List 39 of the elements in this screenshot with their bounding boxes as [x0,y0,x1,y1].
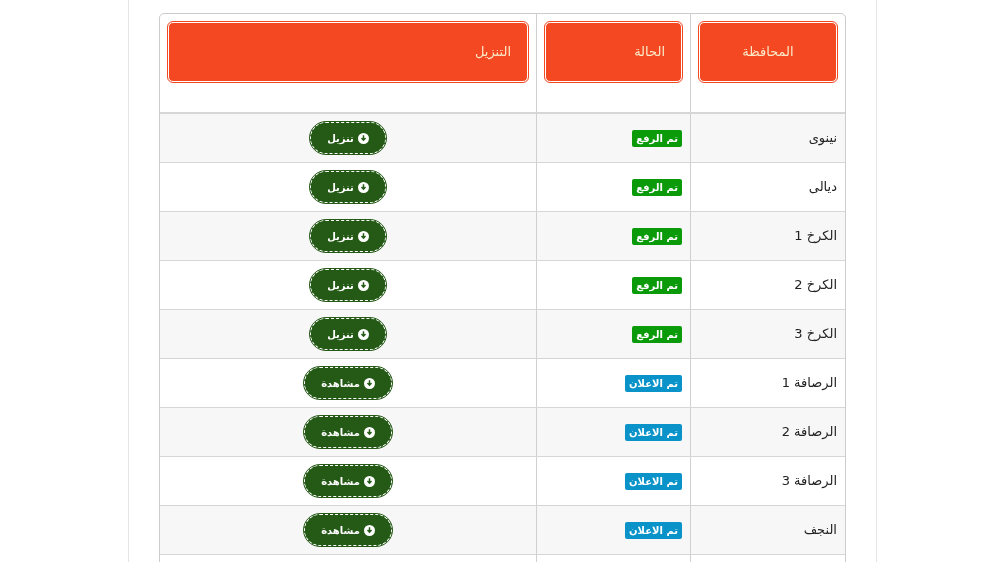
download-button[interactable]: تنزيل [310,318,386,350]
status-badge: تم الاعلان [625,472,682,490]
status-badge: تم الاعلان [625,521,682,539]
status-badge: تم الرفع [632,325,682,343]
status-badge: تم الاعلان [625,374,682,392]
download-arrow-icon [363,524,375,536]
download-arrow-icon [357,230,369,242]
download-button[interactable]: مشاهدة [304,465,392,497]
table-cell-text: الرصافة 2 [781,423,837,442]
status-badge: تم الرفع [632,276,682,294]
download-button[interactable]: تنزيل [310,269,386,301]
download-arrow-icon [357,279,369,291]
table-cell-text: الكرخ 2 [794,276,837,295]
status-badge: تم الرفع [632,129,682,147]
download-button[interactable]: تنزيل [310,171,386,203]
status-badge: تم الرفع [632,227,682,245]
download-button[interactable]: مشاهدة [304,416,392,448]
download-arrow-icon [363,475,375,487]
download-button[interactable]: تنزيل [310,220,386,252]
table-cell-text: الكرخ 1 [794,227,837,246]
column-header: المحافظة [699,22,837,82]
download-arrow-icon [357,328,369,340]
status-badge: تم الرفع [632,178,682,196]
download-arrow-icon [357,132,369,144]
table-cell-text: الكرخ 3 [794,325,837,344]
download-arrow-icon [357,181,369,193]
table-cell-text: الرصافة 3 [781,472,837,491]
table-cell-text: النجف [803,521,837,540]
download-button[interactable]: تنزيل [310,122,386,154]
status-badge: تم الاعلان [625,423,682,441]
download-arrow-icon [363,426,375,438]
column-header: التنزيل [168,22,528,82]
column-header: الحالة [545,22,682,82]
download-button[interactable]: مشاهدة [304,514,392,546]
download-arrow-icon [363,377,375,389]
table-cell-text: الرصافة 1 [781,374,837,393]
download-button[interactable]: مشاهدة [304,367,392,399]
table-cell-text: ديالى [808,178,837,197]
table-cell-text: نينوى [808,129,837,148]
